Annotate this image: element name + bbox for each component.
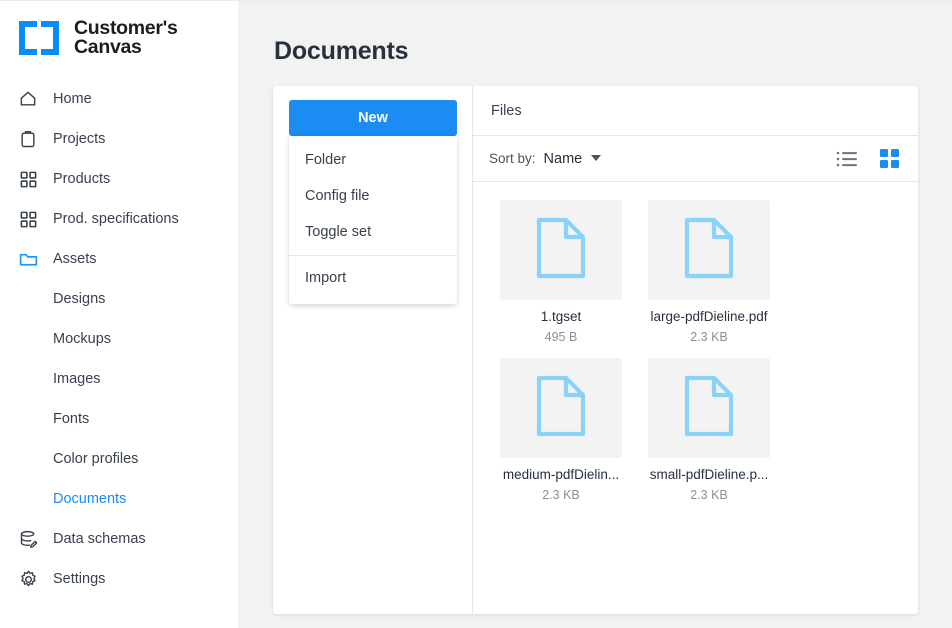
grid-view-icon[interactable] (880, 148, 900, 169)
sidebar-item-label: Projects (53, 131, 106, 147)
sidebar-item-images[interactable]: Images (0, 359, 238, 399)
sort-by-value: Name (543, 150, 583, 167)
file-size: 495 B (544, 330, 578, 344)
file-document-icon (683, 217, 735, 284)
file-name: small-pdfDieline.p... (649, 467, 769, 482)
main-content: Documents New Folder Config file Toggle … (238, 0, 952, 628)
file-document-icon (683, 375, 735, 442)
file-thumbnail (500, 358, 622, 458)
sidebar-nav: Home Projects Products Prod. specificati… (0, 79, 238, 599)
file-thumbnail (648, 358, 770, 458)
sidebar-item-label: Data schemas (53, 531, 146, 547)
sort-by-select[interactable]: Name (544, 151, 602, 167)
file-size: 2.3 KB (690, 330, 728, 344)
folder-icon (17, 248, 39, 270)
sidebar-item-label: Assets (53, 251, 97, 267)
grid-squares-icon (17, 208, 39, 230)
database-edit-icon (17, 528, 39, 550)
file-name: large-pdfDieline.pdf (650, 309, 768, 324)
file-document-icon (535, 217, 587, 284)
brand-name-line2: Canvas (74, 36, 142, 58)
file-thumbnail (648, 200, 770, 300)
new-button[interactable]: New (289, 100, 457, 136)
sidebar-item-data-schemas[interactable]: Data schemas (0, 519, 238, 559)
file-card[interactable]: large-pdfDieline.pdf 2.3 KB (635, 200, 783, 344)
file-card[interactable]: 1.tgset 495 B (487, 200, 635, 344)
chevron-down-icon (591, 154, 602, 161)
brand-name: Customer's Canvas (74, 18, 178, 58)
file-size: 2.3 KB (542, 488, 580, 502)
documents-panel: New Folder Config file Toggle set Import… (273, 86, 918, 614)
sidebar-item-label: Color profiles (53, 451, 139, 467)
sidebar-item-mockups[interactable]: Mockups (0, 319, 238, 359)
panel-left-column: New Folder Config file Toggle set Import (273, 86, 473, 614)
sidebar-item-products[interactable]: Products (0, 159, 238, 199)
page-title: Documents (274, 37, 409, 65)
sidebar-item-label: Fonts (53, 411, 90, 427)
sidebar-item-home[interactable]: Home (0, 79, 238, 119)
brand-logo[interactable]: Customer's Canvas (0, 1, 238, 61)
sidebar-item-projects[interactable]: Projects (0, 119, 238, 159)
list-view-icon[interactable] (836, 150, 858, 168)
sidebar-item-label: Mockups (53, 331, 112, 347)
sidebar-item-assets[interactable]: Assets (0, 239, 238, 279)
sidebar-item-settings[interactable]: Settings (0, 559, 238, 599)
sidebar-item-color-profiles[interactable]: Color profiles (0, 439, 238, 479)
gear-icon (17, 568, 39, 590)
files-toolbar: Sort by: Name (473, 136, 918, 182)
sidebar-item-label: Images (53, 371, 101, 387)
files-header: Files (473, 86, 918, 136)
sidebar-item-designs[interactable]: Designs (0, 279, 238, 319)
brackets-logo-icon (17, 19, 61, 57)
sidebar-item-label: Settings (53, 571, 106, 587)
clipboard-icon (17, 128, 39, 150)
sidebar-item-label: Products (53, 171, 111, 187)
file-name: 1.tgset (540, 309, 582, 324)
file-card[interactable]: medium-pdfDielin... 2.3 KB (487, 358, 635, 502)
grid-squares-icon (17, 168, 39, 190)
sidebar-item-fonts[interactable]: Fonts (0, 399, 238, 439)
menu-item-import[interactable]: Import (289, 260, 457, 296)
menu-item-toggle-set[interactable]: Toggle set (289, 214, 457, 250)
sidebar-item-label: Designs (53, 291, 106, 307)
app-root: Customer's Canvas Home Projects Products… (0, 0, 952, 628)
new-dropdown-menu: Folder Config file Toggle set Import (289, 136, 457, 304)
home-icon (17, 88, 39, 110)
file-card[interactable]: small-pdfDieline.p... 2.3 KB (635, 358, 783, 502)
file-size: 2.3 KB (690, 488, 728, 502)
files-grid: 1.tgset 495 B large-pdfDieline.pdf 2.3 K… (473, 182, 918, 614)
panel-right-column: Files Sort by: Name 1.tgset 495 B large-… (473, 86, 918, 614)
menu-separator (289, 255, 457, 256)
menu-item-config-file[interactable]: Config file (289, 178, 457, 214)
file-name: medium-pdfDielin... (502, 467, 620, 482)
sidebar: Customer's Canvas Home Projects Products… (0, 0, 238, 628)
file-document-icon (535, 375, 587, 442)
sort-by-label: Sort by: (489, 151, 536, 166)
file-thumbnail (500, 200, 622, 300)
sidebar-item-documents[interactable]: Documents (0, 479, 238, 519)
sidebar-item-prod-specifications[interactable]: Prod. specifications (0, 199, 238, 239)
sidebar-item-label: Documents (53, 491, 127, 507)
sidebar-item-label: Prod. specifications (53, 211, 179, 227)
sidebar-item-label: Home (53, 91, 92, 107)
menu-item-folder[interactable]: Folder (289, 142, 457, 178)
